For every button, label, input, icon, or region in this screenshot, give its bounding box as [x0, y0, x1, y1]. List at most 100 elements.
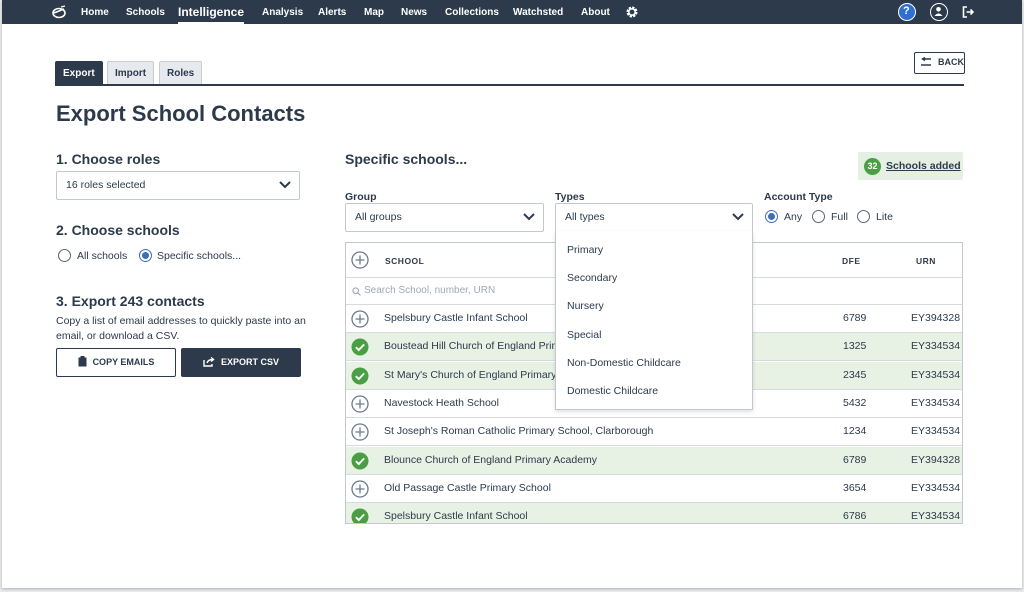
school-dfe: 1234 [843, 425, 867, 438]
table-row[interactable]: Old Passage Castle Primary School 3654 EY3… [346, 474, 962, 503]
chevron-down-icon [732, 213, 744, 221]
nav-home[interactable]: Home [81, 0, 109, 24]
school-name: Old Passage Castle Primary School [384, 481, 551, 494]
types-select-value: All types [565, 211, 605, 223]
check-circle-icon[interactable] [351, 508, 369, 523]
export-csv-label: EXPORT CSV [220, 357, 279, 367]
page-title: Export School Contacts [56, 101, 306, 126]
radio-account-lite-label: Lite [876, 211, 893, 223]
types-label: Types [555, 191, 585, 203]
school-name: Blounce Church of England Primary Academ… [384, 453, 598, 466]
radio-all-schools[interactable] [58, 249, 71, 262]
school-urn: EY334534 [911, 340, 961, 353]
copy-emails-label: COPY EMAILS [92, 357, 155, 367]
add-circle-icon[interactable] [351, 310, 369, 328]
tab-divider [55, 84, 964, 86]
school-dfe: 2345 [843, 368, 867, 381]
nav-analysis[interactable]: Analysis [262, 0, 303, 24]
types-option-nursery[interactable]: Nursery [567, 300, 604, 312]
back-button[interactable]: BACK [914, 52, 965, 74]
check-circle-icon[interactable] [351, 452, 369, 470]
tab-export[interactable]: Export [55, 61, 103, 85]
column-header-urn[interactable]: URN [916, 256, 936, 266]
types-option-special[interactable]: Special [567, 329, 601, 341]
school-urn: EY334534 [911, 368, 961, 381]
nav-alerts[interactable]: Alerts [318, 0, 346, 24]
types-select[interactable]: All types [555, 203, 753, 232]
schools-added-count: 32 [864, 158, 881, 175]
school-dfe: 6789 [843, 312, 867, 324]
tab-import[interactable]: Import [107, 61, 155, 85]
logout-icon[interactable] [962, 6, 974, 18]
types-option-secondary[interactable]: Secondary [567, 272, 617, 284]
types-option-domestic-childcare[interactable]: Domestic Childcare [567, 385, 658, 397]
school-dfe: 3654 [843, 481, 867, 494]
add-all-icon[interactable] [351, 251, 369, 269]
group-select[interactable]: All groups [345, 203, 544, 232]
choose-schools-heading: 2. Choose schools [56, 222, 180, 238]
school-dfe: 5432 [843, 396, 867, 409]
school-urn: EY334534 [911, 425, 961, 438]
search-icon [352, 287, 361, 296]
school-urn: EY334534 [911, 481, 961, 494]
radio-account-lite[interactable] [857, 210, 870, 223]
table-row[interactable]: Blounce Church of England Primary Academ… [346, 446, 962, 475]
types-dropdown-menu: Primary Secondary Nursery Special Non-Do… [555, 231, 753, 410]
logo-icon[interactable] [51, 4, 67, 20]
radio-account-any-label: Any [784, 211, 803, 223]
school-name: Navestock Heath School [384, 396, 499, 409]
school-dfe: 6789 [843, 453, 867, 466]
user-icon[interactable] [930, 3, 948, 21]
schools-added-badge[interactable]: 32 Schools added [858, 152, 963, 180]
nav-news[interactable]: News [401, 0, 427, 24]
schools-added-link[interactable]: Schools added [886, 160, 961, 172]
tab-roles[interactable]: Roles [159, 61, 203, 85]
school-urn: EY394328 [911, 453, 961, 466]
nav-collections[interactable]: Collections [445, 0, 499, 24]
group-label: Group [345, 191, 377, 203]
radio-all-schools-label: All schools [77, 250, 128, 262]
nav-intelligence[interactable]: Intelligence [178, 0, 245, 24]
check-circle-icon[interactable] [351, 367, 369, 385]
add-circle-icon[interactable] [351, 395, 369, 413]
specific-schools-heading: Specific schools... [345, 151, 468, 167]
column-header-dfe[interactable]: DFE [842, 256, 861, 266]
table-row[interactable]: St Joseph's Roman Catholic Primary Schoo… [346, 418, 962, 447]
back-label: BACK [938, 57, 964, 67]
add-circle-icon[interactable] [351, 480, 369, 498]
app-window: Home Schools Intelligence Analysis Alert… [2, 0, 1022, 588]
clipboard-icon [78, 356, 87, 367]
chevron-down-icon [523, 213, 535, 221]
copy-emails-button[interactable]: COPY EMAILS [56, 348, 176, 377]
nav-schools[interactable]: Schools [126, 0, 165, 24]
types-option-non-domestic-childcare[interactable]: Non-Domestic Childcare [567, 357, 681, 369]
school-name: St Joseph's Roman Catholic Primary Schoo… [384, 425, 654, 438]
gear-icon[interactable] [625, 5, 639, 19]
roles-select-value: 16 roles selected [66, 179, 146, 191]
types-option-primary[interactable]: Primary [567, 244, 603, 256]
add-circle-icon[interactable] [351, 423, 369, 441]
school-dfe: 1325 [843, 340, 867, 353]
help-icon[interactable]: ? [898, 3, 916, 21]
nav-map[interactable]: Map [364, 0, 384, 24]
choose-roles-heading: 1. Choose roles [56, 151, 161, 167]
search-input[interactable]: Search School, number, URN [364, 285, 495, 296]
nav-watchsted[interactable]: Watchsted [513, 0, 563, 24]
check-circle-icon[interactable] [351, 338, 369, 356]
school-urn: EY334534 [911, 510, 961, 523]
radio-account-any[interactable] [765, 210, 778, 223]
roles-select[interactable]: 16 roles selected [56, 171, 300, 200]
nav-about[interactable]: About [581, 0, 610, 24]
export-description: Copy a list of email addresses to quickl… [56, 315, 306, 342]
radio-account-full[interactable] [812, 210, 825, 223]
table-row[interactable]: Spelsbury Castle Infant School 6786 EY3345… [346, 503, 962, 523]
export-heading: 3. Export 243 contacts [56, 293, 205, 309]
back-arrow-icon [921, 57, 931, 66]
export-csv-button[interactable]: EXPORT CSV [181, 348, 301, 377]
column-header-school[interactable]: SCHOOL [385, 256, 424, 266]
chevron-down-icon [279, 181, 291, 189]
school-dfe: 6786 [843, 510, 867, 523]
share-icon [203, 356, 215, 367]
group-select-value: All groups [355, 211, 402, 223]
radio-specific-schools[interactable] [139, 249, 152, 262]
